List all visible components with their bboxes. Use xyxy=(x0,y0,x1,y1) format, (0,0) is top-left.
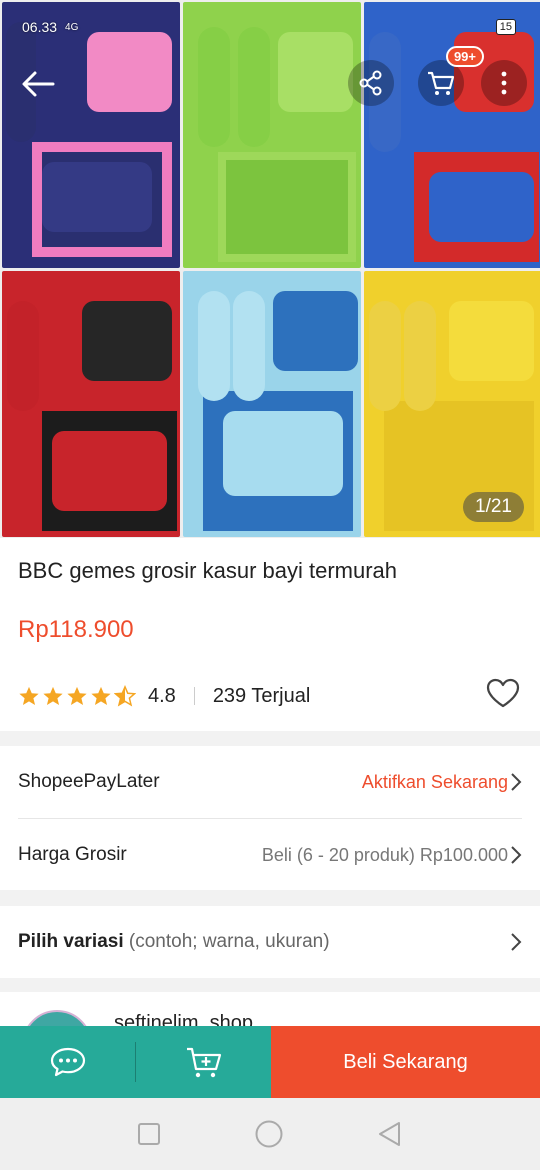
grosir-label: Harga Grosir xyxy=(18,844,127,865)
share-icon xyxy=(359,70,382,96)
share-button[interactable] xyxy=(348,60,394,106)
grosir-row[interactable]: Harga Grosir Beli (6 - 20 produk) Rp100.… xyxy=(0,819,540,891)
cart-count-badge: 99+ xyxy=(445,46,484,67)
variation-row[interactable]: Pilih variasi (contoh; warna, ukuran) xyxy=(0,906,540,978)
buy-now-button[interactable]: Beli Sekarang xyxy=(271,1026,540,1098)
back-button[interactable] xyxy=(18,66,58,102)
rating-divider xyxy=(193,687,195,705)
network-indicator: 4G xyxy=(65,21,79,33)
product-photo-lightblue xyxy=(183,271,361,537)
nav-square-icon[interactable] xyxy=(137,1122,161,1146)
product-photo-red xyxy=(2,271,180,537)
product-photo-green xyxy=(183,2,361,268)
chat-icon xyxy=(50,1047,85,1077)
bottom-action-bar: Beli Sekarang xyxy=(0,1026,540,1098)
rating-row: 4.8 239 Terjual xyxy=(18,678,520,713)
variation-hint: (contoh; warna, ukuran) xyxy=(128,931,330,952)
star-icon xyxy=(19,686,39,705)
paylater-row[interactable]: ShopeePayLater Aktifkan Sekarang xyxy=(0,746,540,818)
variation-section: Pilih variasi (contoh; warna, ukuran) xyxy=(0,906,540,978)
star-icon xyxy=(91,686,111,705)
paylater-activate-link[interactable]: Aktifkan Sekarang xyxy=(362,772,508,793)
chat-button[interactable] xyxy=(0,1026,135,1098)
variation-label: Pilih variasi xyxy=(18,931,124,952)
bottom-left-actions xyxy=(0,1026,271,1098)
product-price: Rp118.900 xyxy=(18,616,134,643)
product-info: BBC gemes grosir kasur bayi termurah Rp1… xyxy=(0,538,540,731)
payment-section: ShopeePayLater Aktifkan Sekarang Harga G… xyxy=(0,746,540,890)
rating-stars xyxy=(18,685,136,707)
sold-count: 239 Terjual xyxy=(212,684,311,707)
chevron-right-icon xyxy=(511,773,522,791)
back-arrow-icon xyxy=(22,71,55,97)
more-button[interactable] xyxy=(481,60,527,106)
heart-icon xyxy=(486,678,520,708)
add-to-cart-button[interactable] xyxy=(136,1026,271,1098)
product-photo-blue xyxy=(364,2,540,268)
cart-button[interactable]: 99+ xyxy=(418,46,484,106)
nav-back-icon[interactable] xyxy=(377,1121,403,1147)
product-image-gallery[interactable]: 06.33 4G 15 99+ 1/21 xyxy=(0,0,540,538)
battery-icon: 15 xyxy=(495,19,516,35)
star-icon xyxy=(43,686,63,705)
grosir-value: Beli (6 - 20 produk) Rp100.000 xyxy=(261,844,508,865)
product-title: BBC gemes grosir kasur bayi termurah xyxy=(18,558,398,583)
half-star-icon xyxy=(114,685,136,707)
product-photo-navy xyxy=(2,2,180,268)
paylater-label: ShopeePayLater xyxy=(18,771,160,792)
status-time: 06.33 xyxy=(22,19,58,35)
cart-icon xyxy=(428,71,455,95)
variation-label-group: Pilih variasi (contoh; warna, ukuran) xyxy=(18,931,330,953)
rating-value: 4.8 xyxy=(148,684,176,707)
add-to-cart-icon xyxy=(186,1047,221,1078)
more-icon xyxy=(501,71,507,95)
image-counter: 1/21 xyxy=(463,492,524,522)
chevron-right-icon xyxy=(511,933,522,951)
like-button[interactable] xyxy=(486,678,520,713)
system-nav-bar xyxy=(0,1098,540,1170)
chevron-right-icon xyxy=(511,846,522,864)
status-bar: 06.33 4G 15 xyxy=(22,16,516,38)
nav-circle-icon[interactable] xyxy=(254,1119,284,1149)
star-icon xyxy=(67,686,87,705)
